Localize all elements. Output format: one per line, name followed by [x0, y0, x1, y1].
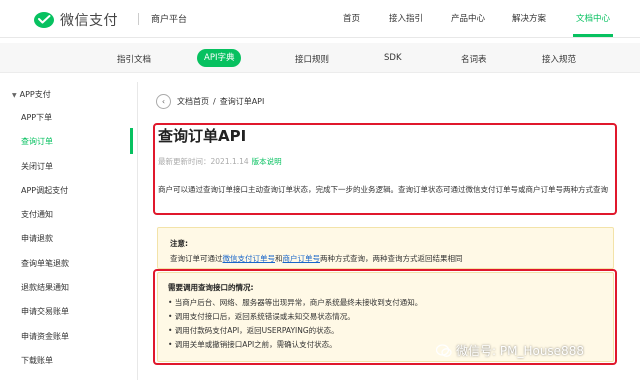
watermark-text: 微信号: PM_House888 — [456, 344, 584, 358]
sidebar-item-refund-notify[interactable]: 退款结果通知 — [0, 277, 138, 299]
back-arrow-icon[interactable]: ‹ — [156, 94, 171, 109]
subnav-api-dictionary[interactable]: API字典 — [197, 49, 242, 67]
caret-down-icon: ▼ — [12, 92, 17, 99]
breadcrumb-home[interactable]: 文档首页 — [177, 96, 209, 107]
brand-name: 微信支付 — [60, 13, 118, 29]
topnav-active-indicator — [573, 34, 613, 37]
note-text-and: 和 — [275, 254, 283, 263]
wechat-pay-logo[interactable]: 微信支付 — [33, 10, 118, 30]
sidebar-group-app-pay[interactable]: ▼ APP支付 — [0, 84, 138, 106]
topnav-home[interactable]: 首页 — [343, 12, 360, 24]
watermark: 微信号: PM_House888 — [436, 342, 584, 359]
sub-navigation-bar: 指引文档 API字典 接口规则 SDK 名词表 接入规范 — [0, 43, 640, 73]
sidebar-item-refund[interactable]: 申请退款 — [0, 228, 138, 250]
wechat-order-id-link[interactable]: 微信支付订单号 — [223, 254, 276, 263]
note-box: 注意: 查询订单可通过微信支付订单号和商户订单号两种方式查询，两种查询方式返回结… — [157, 227, 614, 269]
updated-label: 最新更新时间： — [158, 157, 211, 166]
logo-divider — [138, 13, 139, 25]
sidebar-item-close-order[interactable]: 关闭订单 — [0, 156, 138, 178]
topnav-access-guide[interactable]: 接入指引 — [389, 12, 423, 24]
platform-name: 商户平台 — [151, 15, 188, 25]
last-updated: 最新更新时间：2021.1.14 版本说明 — [158, 156, 282, 167]
sidebar-item-download-bill[interactable]: 下载账单 — [0, 350, 138, 372]
top-navigation-bar: 微信支付 商户平台 首页 接入指引 产品中心 解决方案 文档中心 — [0, 0, 640, 38]
sidebar-active-indicator — [130, 128, 133, 154]
api-description: 商户可以通过查询订单接口主动查询订单状态，完成下一步的业务逻辑。查询订单状态可通… — [158, 185, 608, 194]
sidebar-item-query-order[interactable]: 查询订单 — [0, 131, 138, 153]
sidebar-item-fund-bill[interactable]: 申请资金账单 — [0, 326, 138, 348]
sidebar-item-trade-bill[interactable]: 申请交易账单 — [0, 301, 138, 323]
sidebar-item-app-invoke-pay[interactable]: APP调起支付 — [0, 180, 138, 202]
subnav-guide-docs[interactable]: 指引文档 — [117, 53, 151, 65]
sidebar: ▼ APP支付 APP下单 查询订单 关闭订单 APP调起支付 支付通知 申请退款… — [0, 82, 138, 380]
changelog-link[interactable]: 版本说明 — [252, 157, 282, 166]
sidebar-group-label: APP支付 — [19, 90, 51, 99]
topnav-docs[interactable]: 文档中心 — [576, 12, 610, 24]
sidebar-item-query-refund[interactable]: 查询单笔退款 — [0, 253, 138, 275]
merchant-order-id-link[interactable]: 商户订单号 — [283, 254, 321, 263]
page-title: 查询订单API — [158, 127, 247, 145]
sidebar-item-app-order[interactable]: APP下单 — [0, 107, 138, 129]
updated-date: 2021.1.14 — [210, 157, 249, 166]
wechat-pay-logo-icon — [34, 12, 54, 28]
breadcrumb: ‹ 文档首页 / 查询订单API — [156, 94, 264, 109]
breadcrumb-current: 查询订单API — [219, 97, 265, 106]
sidebar-item-pay-notify[interactable]: 支付通知 — [0, 204, 138, 226]
subnav-glossary[interactable]: 名词表 — [461, 53, 487, 65]
note-text: 查询订单可通过微信支付订单号和商户订单号两种方式查询，两种查询方式返回结果相同 — [170, 253, 463, 264]
subnav-access-standard[interactable]: 接入规范 — [542, 53, 576, 65]
breadcrumb-separator: / — [213, 97, 216, 106]
note-title: 注意: — [170, 239, 188, 248]
topnav-products[interactable]: 产品中心 — [451, 12, 485, 24]
topnav-solutions[interactable]: 解决方案 — [512, 12, 546, 24]
subnav-api-rules[interactable]: 接口规则 — [295, 53, 329, 65]
note-text-prefix: 查询订单可通过 — [170, 254, 223, 263]
wechat-bubble-icon — [436, 343, 452, 357]
note-text-suffix: 两种方式查询，两种查询方式返回结果相同 — [320, 254, 463, 263]
subnav-sdk[interactable]: SDK — [384, 53, 402, 63]
